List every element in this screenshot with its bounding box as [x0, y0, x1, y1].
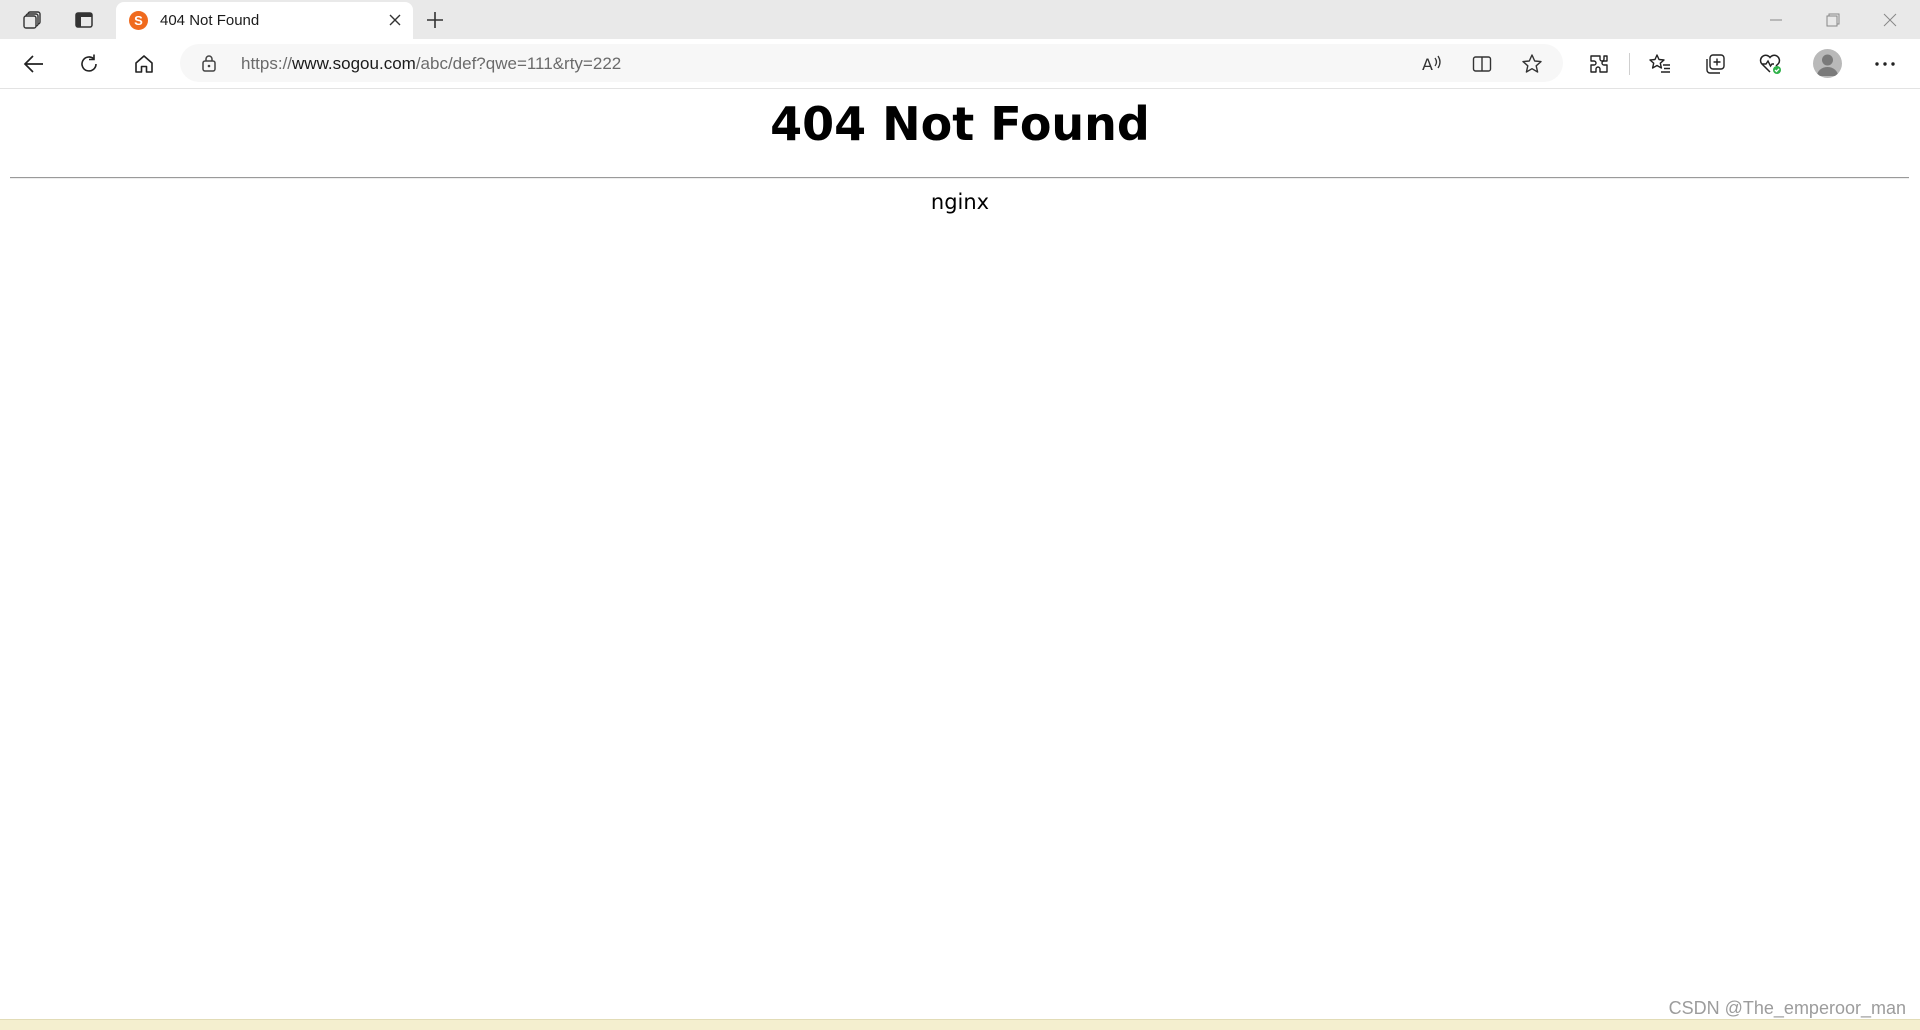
toolbar-divider [1629, 53, 1630, 75]
extensions-icon[interactable] [1580, 45, 1618, 83]
favorites-icon[interactable] [1641, 45, 1679, 83]
back-icon[interactable] [15, 45, 53, 83]
watermark: CSDN @The_emperoor_man [1668, 998, 1906, 1018]
collections-icon[interactable] [1696, 45, 1734, 83]
url-protocol: https:// [241, 54, 293, 73]
restore-icon[interactable] [1805, 0, 1861, 39]
more-icon[interactable] [1866, 45, 1904, 83]
close-window-icon[interactable] [1862, 0, 1918, 39]
tab-title: 404 Not Found [160, 12, 260, 29]
svg-text:A: A [1422, 55, 1433, 74]
url-text[interactable]: https://www.sogou.com/abc/def?qwe=111&rt… [241, 54, 621, 74]
server-name: nginx [930, 190, 990, 214]
sogou-favicon-icon: S [129, 11, 148, 30]
read-aloud-icon[interactable]: A [1418, 50, 1446, 78]
close-icon[interactable] [383, 8, 407, 32]
new-tab-icon[interactable] [417, 4, 453, 36]
workspaces-icon[interactable] [14, 4, 50, 36]
home-icon[interactable] [125, 45, 163, 83]
split-screen-icon[interactable] [1468, 50, 1496, 78]
favorite-star-icon[interactable] [1518, 50, 1546, 78]
browser-essentials-icon[interactable] [1751, 45, 1789, 83]
taskbar-edge [0, 1019, 1920, 1030]
active-tab[interactable]: S 404 Not Found [116, 2, 413, 39]
page-title: 404 Not Found [770, 97, 1150, 151]
profile-avatar[interactable] [1813, 49, 1842, 78]
url-path: /abc/def?qwe=111&rty=222 [415, 54, 622, 73]
url-host: www.sogou.com [292, 54, 416, 73]
minimize-icon[interactable] [1748, 0, 1804, 39]
address-bar[interactable]: https://www.sogou.com/abc/def?qwe=111&rt… [180, 44, 1563, 82]
page-content: 404 Not Found nginx [0, 89, 1920, 1019]
lock-icon[interactable] [200, 54, 218, 72]
navigation-toolbar: https://www.sogou.com/abc/def?qwe=111&rt… [0, 39, 1920, 89]
divider [10, 177, 1909, 179]
tab-strip: S 404 Not Found [0, 0, 1920, 39]
refresh-icon[interactable] [70, 45, 108, 83]
tab-actions-icon[interactable] [66, 4, 102, 36]
